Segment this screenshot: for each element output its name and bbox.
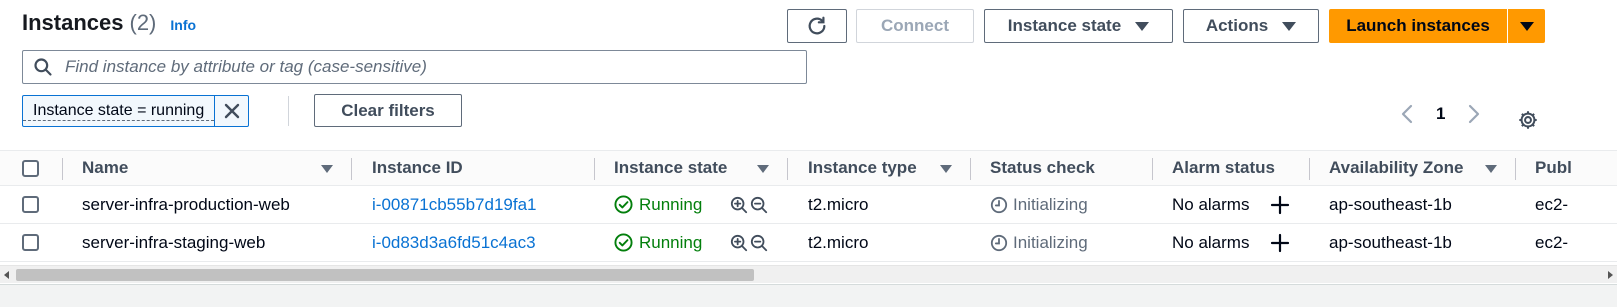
sort-icon[interactable] xyxy=(940,165,952,173)
table-row[interactable]: server-infra-staging-web i-0d83d3a6fd51c… xyxy=(0,224,1617,262)
launch-options-dropdown[interactable] xyxy=(1508,9,1545,43)
column-divider xyxy=(1309,158,1310,180)
launch-label: Launch instances xyxy=(1346,16,1490,35)
filter-remove-button[interactable] xyxy=(214,96,248,126)
caret-down-icon xyxy=(1519,21,1534,31)
instances-table: Name Instance ID Instance state Instance… xyxy=(0,150,1617,262)
filter-token: Instance state = running xyxy=(22,95,250,127)
instance-type: t2.micro xyxy=(808,194,869,214)
page-title: Instances (2) Info xyxy=(22,10,196,36)
refresh-button[interactable] xyxy=(787,9,847,43)
clear-filters-button[interactable]: Clear filters xyxy=(314,94,462,127)
zoom-out-icon[interactable] xyxy=(750,196,768,214)
refresh-icon xyxy=(808,16,826,35)
column-header-instance-id[interactable]: Instance ID xyxy=(372,158,463,178)
column-header-instance-type[interactable]: Instance type xyxy=(808,158,917,178)
instance-state-text: Running xyxy=(639,194,703,214)
chevron-right-icon[interactable] xyxy=(1467,104,1481,124)
public-dns: ec2- xyxy=(1535,232,1569,252)
clock-icon xyxy=(990,196,1008,213)
zoom-controls xyxy=(730,234,768,252)
column-divider xyxy=(351,158,352,180)
zoom-in-icon[interactable] xyxy=(730,234,748,252)
column-header-instance-state[interactable]: Instance state xyxy=(614,158,727,178)
page-number[interactable]: 1 xyxy=(1436,104,1445,124)
instance-name: server-infra-production-web xyxy=(82,194,290,214)
instance-state-label: Instance state xyxy=(1007,16,1122,35)
clear-filters-label: Clear filters xyxy=(341,100,435,120)
sort-icon[interactable] xyxy=(321,165,333,173)
column-header-name[interactable]: Name xyxy=(82,158,128,178)
zoom-out-icon[interactable] xyxy=(750,234,768,252)
filter-token-label[interactable]: Instance state = running xyxy=(23,101,215,121)
check-circle-icon xyxy=(614,195,633,214)
table-row[interactable]: server-infra-production-web i-00871cb55b… xyxy=(0,186,1617,224)
scroll-left-icon[interactable] xyxy=(4,271,9,279)
pagination: 1 xyxy=(1400,104,1481,124)
instance-state-dropdown[interactable]: Instance state xyxy=(984,9,1173,43)
actions-dropdown[interactable]: Actions xyxy=(1183,9,1319,43)
alarm-status: No alarms xyxy=(1172,232,1250,252)
search-input[interactable] xyxy=(63,56,763,78)
row-checkbox[interactable] xyxy=(22,234,39,251)
horizontal-scrollbar[interactable] xyxy=(0,265,1617,283)
availability-zone: ap-southeast-1b xyxy=(1329,232,1452,252)
zoom-controls xyxy=(730,196,768,214)
row-checkbox[interactable] xyxy=(22,196,39,213)
instance-id-link[interactable]: i-0d83d3a6fd51c4ac3 xyxy=(372,233,536,253)
status-check-text: Initializing xyxy=(1013,194,1088,214)
column-header-availability-zone[interactable]: Availability Zone xyxy=(1329,158,1463,178)
launch-instances-button[interactable]: Launch instances xyxy=(1329,9,1507,43)
connect-button[interactable]: Connect xyxy=(856,9,974,43)
public-dns: ec2- xyxy=(1535,194,1569,214)
instance-state: Running xyxy=(614,233,702,253)
select-all-checkbox[interactable] xyxy=(22,159,39,177)
instance-count: (2) xyxy=(129,10,157,35)
chevron-left-icon[interactable] xyxy=(1400,104,1414,124)
column-divider xyxy=(787,158,788,180)
close-icon xyxy=(224,103,239,119)
caret-down-icon xyxy=(1135,21,1150,31)
table-header: Name Instance ID Instance state Instance… xyxy=(0,150,1617,186)
bottom-panel-divider xyxy=(0,284,1617,307)
instance-id-link[interactable]: i-00871cb55b7d19fa1 xyxy=(372,195,536,215)
clock-icon xyxy=(990,234,1008,251)
instance-name: server-infra-staging-web xyxy=(82,232,266,252)
search-icon xyxy=(34,58,52,76)
column-header-public[interactable]: Publ xyxy=(1535,158,1572,178)
divider xyxy=(288,96,289,126)
availability-zone: ap-southeast-1b xyxy=(1329,194,1452,214)
instance-type: t2.micro xyxy=(808,232,869,252)
add-alarm-icon[interactable] xyxy=(1270,195,1290,215)
column-divider xyxy=(1152,158,1153,180)
status-check-text: Initializing xyxy=(1013,232,1088,252)
sort-icon[interactable] xyxy=(1485,165,1497,173)
status-check: Initializing xyxy=(990,195,1088,215)
page-title-text: Instances xyxy=(22,10,124,35)
caret-down-icon xyxy=(1282,21,1297,31)
gear-icon[interactable] xyxy=(1517,109,1539,131)
add-alarm-icon[interactable] xyxy=(1270,233,1290,253)
scrollbar-thumb[interactable] xyxy=(16,269,754,281)
column-header-status-check[interactable]: Status check xyxy=(990,158,1095,178)
zoom-in-icon[interactable] xyxy=(730,196,748,214)
alarm-status: No alarms xyxy=(1172,194,1250,214)
search-bar xyxy=(22,50,807,84)
instance-state: Running xyxy=(614,195,702,215)
scroll-right-icon[interactable] xyxy=(1608,271,1613,279)
actions-label: Actions xyxy=(1205,16,1269,35)
status-check: Initializing xyxy=(990,233,1088,253)
column-divider xyxy=(594,158,595,180)
connect-label: Connect xyxy=(881,16,949,35)
column-divider xyxy=(1515,158,1516,180)
check-circle-icon xyxy=(614,233,633,252)
instance-state-text: Running xyxy=(639,232,703,252)
column-header-alarm-status[interactable]: Alarm status xyxy=(1172,158,1275,178)
sort-icon[interactable] xyxy=(757,165,769,173)
column-divider xyxy=(970,158,971,180)
column-divider xyxy=(62,158,63,180)
info-link[interactable]: Info xyxy=(170,17,196,33)
